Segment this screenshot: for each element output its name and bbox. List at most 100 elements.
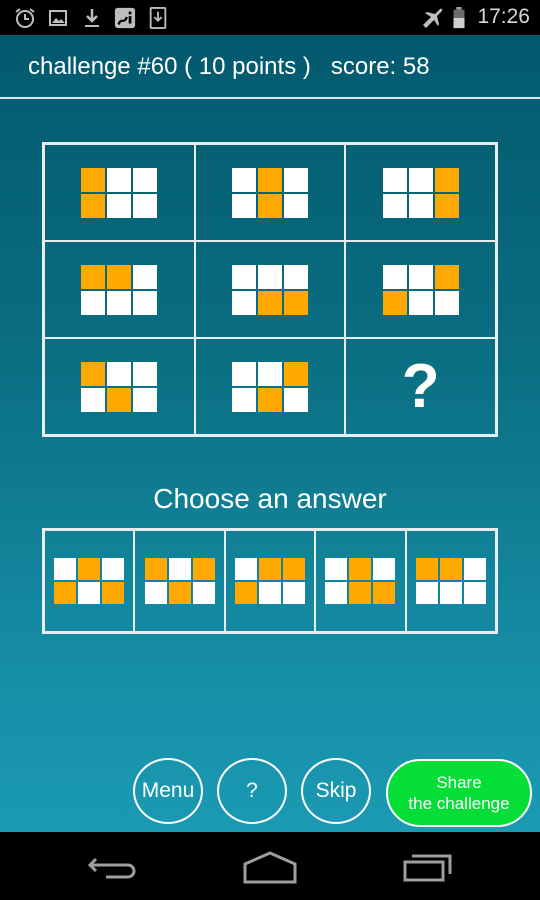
pattern-grid — [382, 167, 459, 218]
empty-square — [282, 582, 305, 604]
empty-square — [283, 264, 308, 289]
empty-square — [192, 582, 215, 604]
empty-square — [107, 361, 132, 386]
empty-square — [463, 558, 486, 580]
filled-square — [102, 582, 125, 604]
pattern-grid — [234, 558, 305, 604]
filled-square — [349, 558, 372, 580]
empty-square — [144, 582, 167, 604]
answer-option-2[interactable] — [134, 530, 225, 632]
pattern-grid — [325, 558, 396, 604]
empty-square — [463, 582, 486, 604]
filled-square — [257, 167, 282, 192]
pattern-grid — [231, 361, 308, 412]
empty-square — [382, 193, 407, 218]
empty-square — [257, 264, 282, 289]
share-challenge-button[interactable]: Share the challenge — [386, 759, 532, 827]
filled-square — [81, 193, 106, 218]
empty-square — [102, 558, 125, 580]
empty-square — [133, 387, 158, 412]
empty-square — [133, 167, 158, 192]
filled-square — [78, 558, 101, 580]
pattern-grid — [231, 264, 308, 315]
empty-square — [133, 264, 158, 289]
empty-square — [133, 193, 158, 218]
puzzle-cell — [345, 241, 496, 338]
help-button[interactable]: ? — [217, 758, 287, 824]
question-mark: ? — [401, 351, 440, 421]
empty-square — [325, 582, 348, 604]
home-icon[interactable] — [240, 850, 300, 884]
menu-button[interactable]: Menu — [133, 758, 203, 824]
filled-square — [373, 582, 396, 604]
back-icon[interactable] — [84, 850, 144, 884]
empty-square — [408, 167, 433, 192]
empty-square — [78, 582, 101, 604]
puzzle-cell — [194, 241, 346, 338]
choose-answer-label: Choose an answer — [153, 483, 387, 514]
filled-square — [257, 193, 282, 218]
puzzle-cell — [44, 338, 195, 435]
header: challenge #60 ( 10 points ) score: 58 — [0, 35, 540, 97]
airplane-mode-icon — [423, 8, 443, 28]
empty-square — [382, 264, 407, 289]
empty-square — [107, 193, 132, 218]
puzzle-cell — [345, 144, 496, 241]
empty-square — [283, 193, 308, 218]
download-phone-icon — [149, 7, 167, 29]
filled-square — [257, 387, 282, 412]
empty-square — [434, 290, 459, 315]
empty-square — [54, 558, 77, 580]
empty-square — [257, 361, 282, 386]
filled-square — [192, 558, 215, 580]
empty-square — [231, 264, 256, 289]
filled-square — [234, 582, 257, 604]
empty-square — [408, 264, 433, 289]
filled-square — [54, 582, 77, 604]
empty-square — [408, 193, 433, 218]
answer-options — [42, 528, 498, 634]
filled-square — [107, 264, 132, 289]
puzzle-cell — [194, 338, 346, 435]
filled-square — [283, 361, 308, 386]
empty-square — [133, 290, 158, 315]
alarm-icon — [15, 8, 35, 28]
empty-square — [382, 167, 407, 192]
empty-square — [439, 582, 462, 604]
share-label-line1: Share — [436, 773, 482, 792]
pattern-grid — [144, 558, 215, 604]
filled-square — [282, 558, 305, 580]
filled-square — [434, 264, 459, 289]
filled-square — [349, 582, 372, 604]
answer-option-5[interactable] — [405, 530, 496, 632]
empty-square — [107, 290, 132, 315]
filled-square — [257, 290, 282, 315]
filled-square — [107, 387, 132, 412]
pattern-grid — [81, 167, 158, 218]
answer-option-1[interactable] — [44, 530, 135, 632]
skip-button[interactable]: Skip — [301, 758, 371, 824]
empty-square — [415, 582, 438, 604]
pattern-grid — [415, 558, 486, 604]
empty-square — [231, 387, 256, 412]
pattern-grid — [231, 167, 308, 218]
puzzle-cell — [194, 144, 346, 241]
filled-square — [415, 558, 438, 580]
filled-square — [81, 264, 106, 289]
empty-square — [231, 167, 256, 192]
empty-square — [81, 290, 106, 315]
app-screen: challenge #60 ( 10 points ) score: 58 ? … — [0, 35, 540, 832]
status-time: 17:26 — [477, 5, 530, 28]
answer-option-4[interactable] — [315, 530, 406, 632]
puzzle-cell — [44, 241, 195, 338]
pattern-grid — [54, 558, 125, 604]
filled-square — [434, 167, 459, 192]
app-notification-icon — [114, 7, 136, 29]
recent-apps-icon[interactable] — [400, 850, 460, 884]
empty-square — [283, 387, 308, 412]
filled-square — [382, 290, 407, 315]
answer-option-3[interactable] — [224, 530, 316, 632]
filled-square — [258, 558, 281, 580]
navigation-bar — [0, 832, 540, 900]
image-icon — [49, 10, 67, 26]
